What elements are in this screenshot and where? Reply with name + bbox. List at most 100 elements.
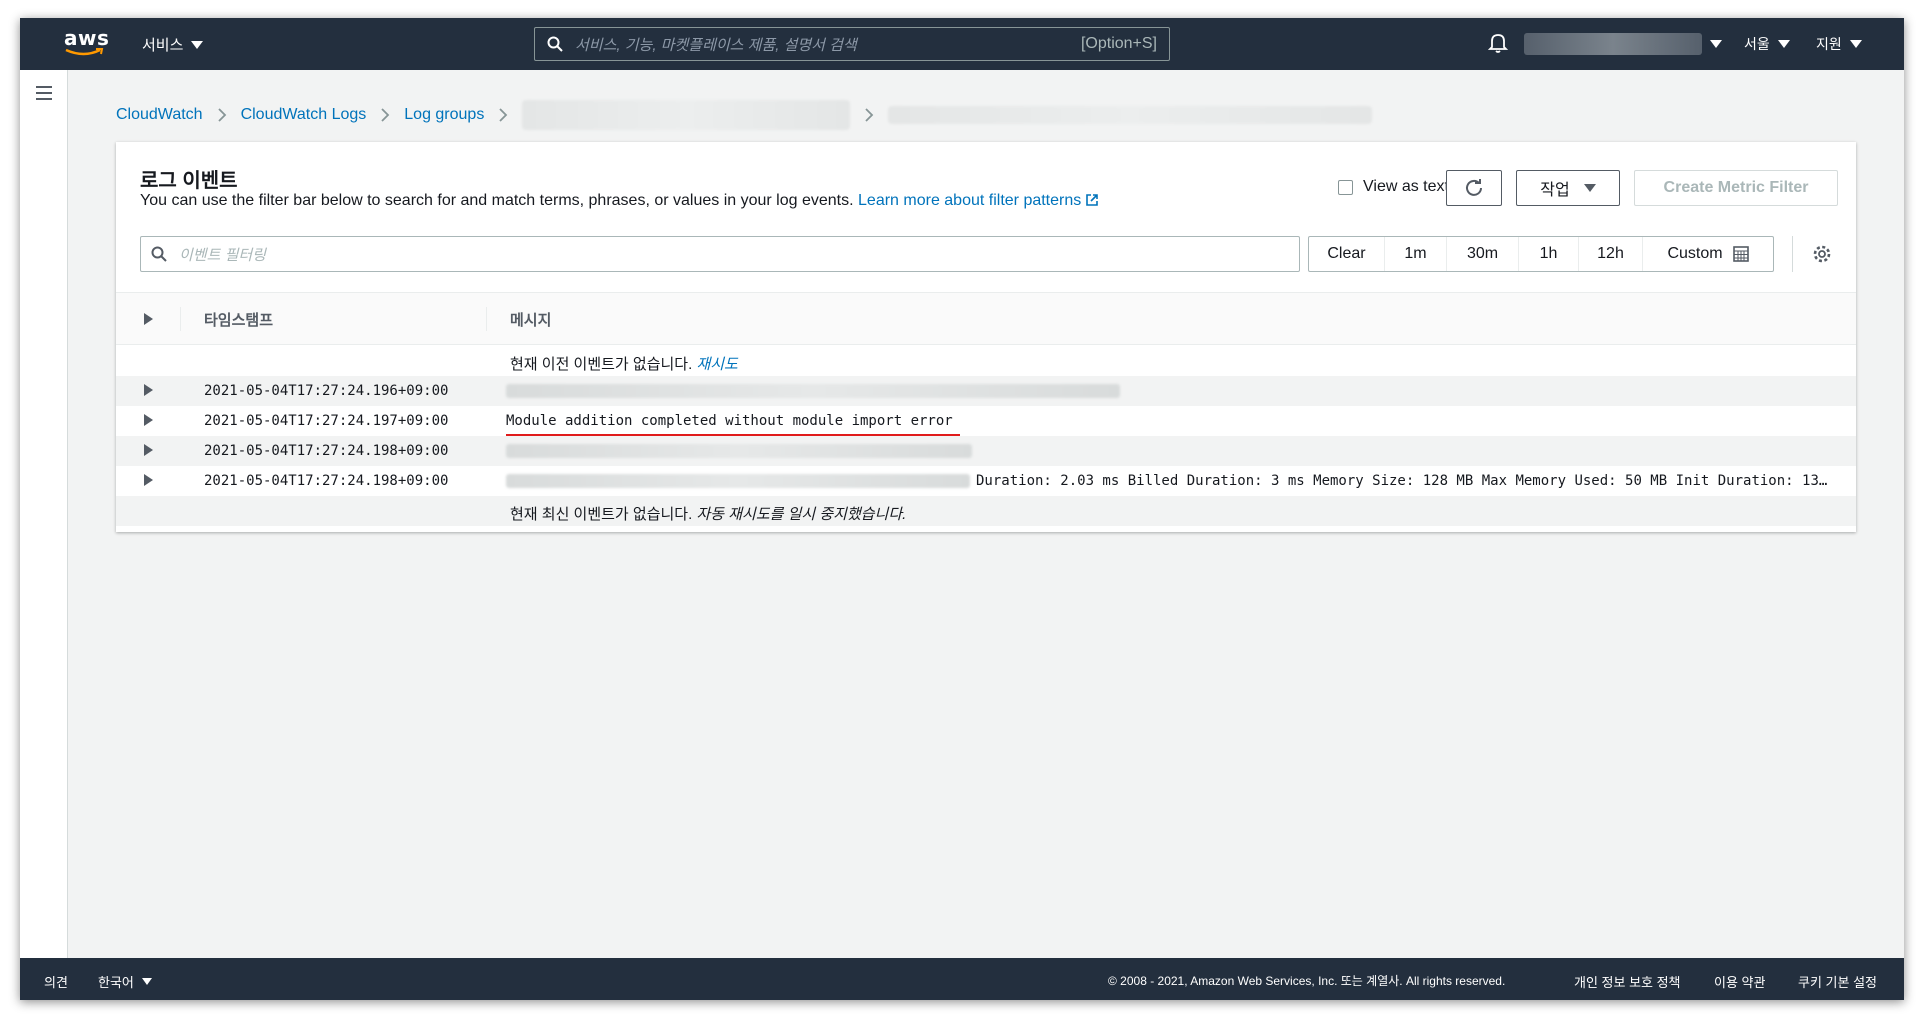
breadcrumb-log-groups[interactable]: Log groups: [404, 106, 484, 124]
filter-placeholder: 이벤트 필터링: [179, 246, 266, 264]
bottom-notice: 현재 최신 이벤트가 없습니다. 자동 재시도를 일시 중지했습니다.: [510, 503, 906, 524]
chevron-right-icon: [217, 108, 226, 122]
side-navigation-rail: [20, 70, 68, 958]
expand-all-icon[interactable]: [144, 313, 153, 325]
services-label: 서비스: [142, 37, 184, 54]
calendar-icon: [1732, 246, 1749, 262]
services-menu[interactable]: 서비스: [142, 34, 204, 55]
caret-down-icon: [141, 978, 152, 985]
refresh-icon: [1466, 179, 1482, 196]
global-search[interactable]: 서비스, 기능, 마켓플레이스 제품, 설명서 검색 [Option+S]: [534, 27, 1170, 61]
table-header: 타임스탬프 메시지: [116, 293, 1856, 345]
learn-more-label: Learn more about filter patterns: [858, 192, 1082, 209]
description-text: You can use the filter bar below to sear…: [140, 192, 854, 209]
search-shortcut: [Option+S]: [1080, 35, 1157, 52]
redacted-message-prefix: [506, 474, 970, 488]
aws-logo-text: aws: [64, 26, 110, 50]
row-message: Module addition completed without module…: [506, 413, 953, 429]
aws-smile-icon: [65, 48, 104, 56]
table-row[interactable]: 2021-05-04T17:27:24.197+09:00 Module add…: [116, 406, 1856, 438]
support-label: 지원: [1816, 36, 1842, 52]
expand-row-icon[interactable]: [144, 384, 153, 396]
time-range-30m[interactable]: 30m: [1447, 237, 1519, 271]
breadcrumb-log-group-redacted[interactable]: [522, 100, 851, 130]
actions-label: 작업: [1540, 182, 1570, 199]
browser-window: aws 서비스 서비스, 기능, 마켓플레이스 제품, 설명서 검색 [Opti…: [20, 18, 1904, 1000]
log-events-panel: 로그 이벤트 You can use the filter bar below …: [116, 142, 1856, 532]
chevron-right-icon: [499, 108, 508, 122]
caret-down-icon: [1849, 40, 1862, 48]
terms-link[interactable]: 이용 약관: [1714, 972, 1765, 991]
event-filter-input[interactable]: 이벤트 필터링: [140, 236, 1300, 272]
row-timestamp: 2021-05-04T17:27:24.198+09:00: [204, 473, 449, 489]
caret-down-icon[interactable]: [1710, 40, 1722, 48]
redacted-message: [506, 444, 972, 458]
expand-row-icon[interactable]: [144, 474, 153, 486]
breadcrumb: CloudWatch CloudWatch Logs Log groups: [116, 100, 1373, 130]
time-range-1h[interactable]: 1h: [1519, 237, 1579, 271]
region-selector[interactable]: 서울: [1744, 34, 1790, 54]
top-navigation: aws 서비스 서비스, 기능, 마켓플레이스 제품, 설명서 검색 [Opti…: [20, 18, 1904, 70]
time-range-12h[interactable]: 12h: [1579, 237, 1643, 271]
bottom-notice-paused: 자동 재시도를 일시 중지했습니다.: [696, 506, 907, 523]
retry-link[interactable]: 재시도: [696, 356, 737, 373]
gear-icon[interactable]: [1812, 244, 1832, 264]
caret-down-icon: [1777, 40, 1790, 48]
breadcrumb-cloudwatch[interactable]: CloudWatch: [116, 106, 203, 124]
row-message: Duration: 2.03 ms Billed Duration: 3 ms …: [976, 473, 1828, 489]
top-notice-text: 현재 이전 이벤트가 없습니다.: [510, 356, 693, 373]
time-range-clear[interactable]: Clear: [1309, 237, 1385, 271]
language-label: 한국어: [98, 975, 134, 990]
panel-title: 로그 이벤트: [140, 170, 238, 192]
row-timestamp: 2021-05-04T17:27:24.196+09:00: [204, 383, 449, 399]
feedback-link[interactable]: 의견: [44, 972, 68, 991]
expand-row-icon[interactable]: [144, 414, 153, 426]
search-icon: [151, 246, 167, 262]
breadcrumb-log-stream-redacted: [888, 106, 1373, 124]
top-notice-row: 현재 이전 이벤트가 없습니다. 재시도: [116, 346, 1856, 376]
chevron-right-icon: [381, 108, 390, 122]
column-divider: [180, 307, 181, 331]
external-link-icon: [1086, 194, 1099, 206]
column-divider: [486, 307, 487, 331]
expand-row-icon[interactable]: [144, 444, 153, 456]
language-selector[interactable]: 한국어: [98, 972, 152, 991]
footer: 의견 한국어 © 2008 - 2021, Amazon Web Service…: [20, 958, 1904, 1000]
row-timestamp: 2021-05-04T17:27:24.197+09:00: [204, 413, 449, 429]
region-label: 서울: [1744, 36, 1770, 52]
support-menu[interactable]: 지원: [1816, 34, 1862, 54]
account-menu-redacted[interactable]: [1524, 33, 1702, 55]
bottom-notice-row: 현재 최신 이벤트가 없습니다. 자동 재시도를 일시 중지했습니다.: [116, 496, 1856, 526]
aws-logo[interactable]: aws: [64, 26, 110, 60]
bell-icon[interactable]: [1488, 32, 1508, 54]
search-placeholder: 서비스, 기능, 마켓플레이스 제품, 설명서 검색: [575, 36, 857, 54]
redacted-message: [506, 384, 1120, 398]
privacy-link[interactable]: 개인 정보 보호 정책: [1574, 972, 1681, 991]
copyright: © 2008 - 2021, Amazon Web Services, Inc.…: [1108, 974, 1506, 988]
view-as-text-toggle[interactable]: View as text: [1338, 178, 1449, 196]
breadcrumb-cloudwatch-logs[interactable]: CloudWatch Logs: [241, 106, 367, 124]
actions-dropdown[interactable]: 작업: [1516, 170, 1620, 206]
create-metric-filter-button[interactable]: Create Metric Filter: [1634, 170, 1838, 206]
divider: [1792, 236, 1793, 272]
row-timestamp: 2021-05-04T17:27:24.198+09:00: [204, 443, 449, 459]
top-notice: 현재 이전 이벤트가 없습니다. 재시도: [510, 353, 738, 374]
time-range-selector: Clear 1m 30m 1h 12h Custom: [1308, 236, 1774, 272]
table-row[interactable]: 2021-05-04T17:27:24.196+09:00: [116, 376, 1856, 406]
caret-down-icon: [1583, 184, 1596, 192]
table-row[interactable]: 2021-05-04T17:27:24.198+09:00 Duration: …: [116, 466, 1856, 496]
table-row[interactable]: 2021-05-04T17:27:24.198+09:00: [116, 436, 1856, 466]
chevron-right-icon: [865, 108, 874, 122]
view-as-text-checkbox[interactable]: [1338, 179, 1353, 195]
refresh-button[interactable]: [1446, 170, 1502, 206]
learn-more-link[interactable]: Learn more about filter patterns: [858, 192, 1099, 209]
column-timestamp[interactable]: 타임스탬프: [204, 309, 273, 330]
caret-down-icon: [191, 40, 204, 49]
cookie-preferences-link[interactable]: 쿠키 기본 설정: [1798, 972, 1877, 991]
search-icon: [547, 36, 563, 52]
hamburger-menu-icon[interactable]: [36, 86, 52, 104]
time-range-custom[interactable]: Custom: [1643, 237, 1773, 271]
column-message[interactable]: 메시지: [510, 309, 551, 330]
custom-label: Custom: [1667, 245, 1723, 262]
time-range-1m[interactable]: 1m: [1385, 237, 1447, 271]
